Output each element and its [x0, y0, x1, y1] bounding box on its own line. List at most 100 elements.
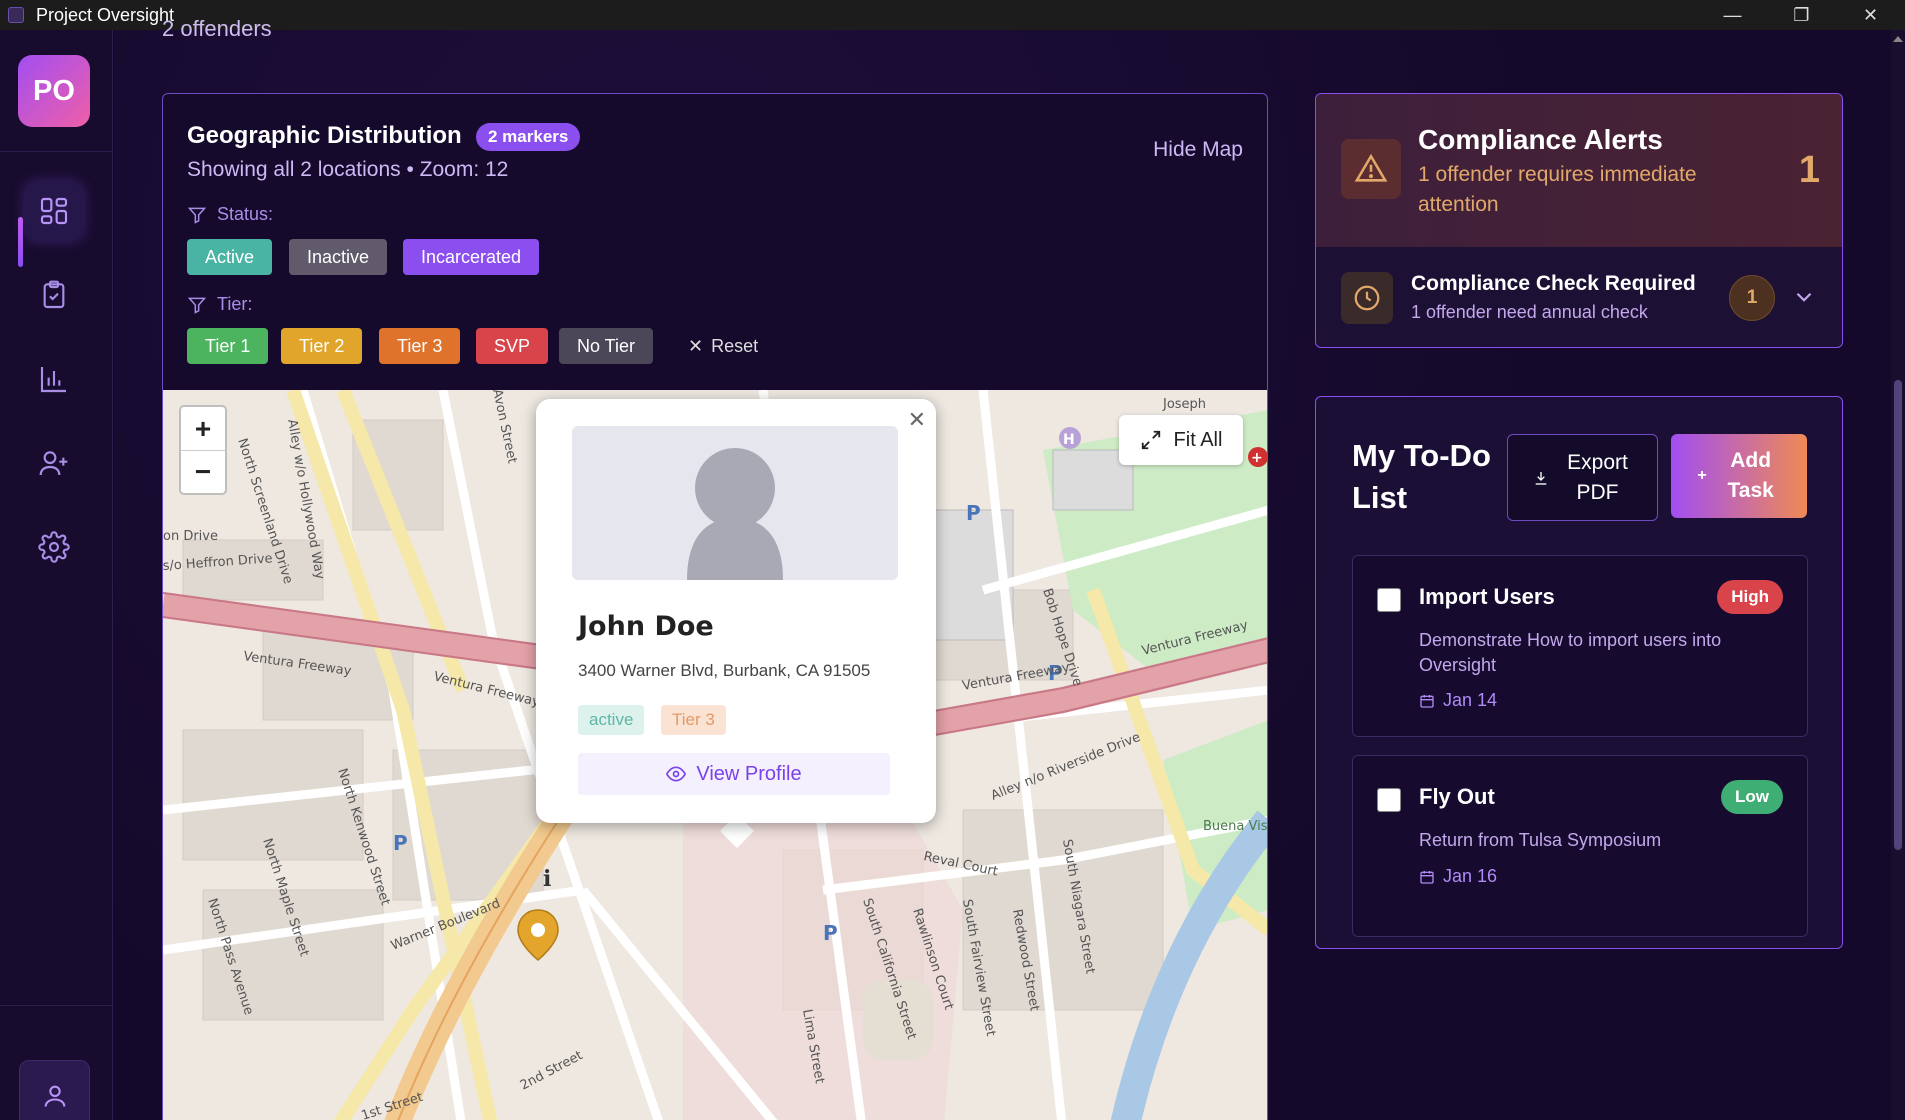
bar-chart-icon: [40, 367, 66, 393]
popup-close-button[interactable]: ✕: [908, 407, 926, 433]
sidebar: PO: [0, 30, 113, 1120]
svg-text:P: P: [823, 921, 838, 945]
app-logo[interactable]: PO: [18, 55, 90, 127]
tier-chip-tier-1[interactable]: Tier 1: [187, 328, 269, 364]
task-title: Fly Out: [1419, 784, 1495, 809]
status-chip-inactive[interactable]: Inactive: [289, 239, 388, 275]
sidebar-item-settings[interactable]: [25, 518, 83, 576]
tier-chip-svp[interactable]: SVP: [476, 328, 549, 364]
alert-icon-box: [1341, 139, 1401, 199]
compliance-check-title: Compliance Check Required: [1411, 272, 1696, 295]
sidebar-item-reports[interactable]: [25, 350, 83, 408]
status-chip-incarcerated[interactable]: Incarcerated: [403, 239, 540, 275]
svg-text:i: i: [543, 866, 551, 892]
plus-icon: +: [1697, 467, 1707, 484]
zoom-in-button[interactable]: +: [181, 407, 225, 450]
window-titlebar: Project Oversight — ❐ ✕: [0, 0, 1905, 30]
task-date-label: Jan 16: [1443, 866, 1498, 886]
maximize-button[interactable]: ❐: [1767, 0, 1836, 30]
map-subtitle: Showing all 2 locations • Zoom: 12: [187, 158, 509, 181]
tier-chip-tier-2[interactable]: Tier 2: [281, 328, 363, 364]
offender-popup: ✕ John Doe 3400 Warner Blvd, Burbank, CA…: [536, 399, 936, 823]
todo-task-item[interactable]: Fly Out Low Return from Tulsa Symposium …: [1352, 755, 1808, 937]
offender-name: John Doe: [578, 611, 714, 642]
minimize-button[interactable]: —: [1698, 0, 1767, 30]
chevron-down-icon: [1796, 292, 1812, 302]
alerts-title: Compliance Alerts: [1418, 124, 1663, 155]
sidebar-divider: [0, 151, 113, 152]
status-filter-label: Status:: [187, 204, 273, 225]
todo-task-item[interactable]: Import Users High Demonstrate How to imp…: [1352, 555, 1808, 737]
status-tag: active: [578, 705, 645, 735]
warning-icon: [1354, 153, 1388, 182]
sidebar-item-dashboard[interactable]: [25, 182, 83, 240]
tier-chip-tier-3[interactable]: Tier 3: [379, 328, 461, 364]
download-icon: [1535, 471, 1546, 485]
offender-photo-placeholder: [572, 426, 898, 580]
svg-text:+: +: [1251, 450, 1263, 466]
export-pdf-button[interactable]: Export PDF: [1507, 434, 1658, 521]
task-description: Return from Tulsa Symposium: [1419, 830, 1662, 850]
user-profile-button[interactable]: [19, 1060, 90, 1120]
markers-count-badge: 2 markers: [476, 123, 581, 151]
task-title: Import Users: [1419, 584, 1555, 609]
scrollbar-thumb[interactable]: [1894, 380, 1902, 850]
compliance-check-subtitle: 1 offender need annual check: [1411, 302, 1648, 322]
reset-label: Reset: [711, 335, 759, 356]
scroll-up-arrow[interactable]: [1893, 36, 1903, 42]
map-card-title: Geographic Distribution: [187, 122, 462, 149]
user-icon: [44, 1085, 65, 1107]
task-checkbox[interactable]: [1377, 588, 1401, 612]
tier-tag: Tier 3: [661, 705, 726, 735]
svg-text:H: H: [1063, 432, 1075, 448]
svg-text:P: P: [966, 501, 981, 525]
tier-label: Tier:: [217, 294, 253, 314]
filter-icon: [187, 297, 207, 314]
dashboard-icon: [40, 197, 68, 225]
task-date: Jan 14: [1419, 690, 1497, 711]
sidebar-item-add-user[interactable]: [25, 434, 83, 492]
task-description: Demonstrate How to import users into Ove…: [1419, 630, 1722, 675]
view-profile-button[interactable]: View Profile: [578, 753, 890, 795]
street-label: on Drive: [163, 529, 218, 544]
user-plus-icon: [39, 451, 68, 476]
reset-filters-button[interactable]: ✕ Reset: [688, 328, 758, 364]
priority-badge: Low: [1721, 780, 1783, 814]
page-scrollbar[interactable]: [1891, 30, 1905, 1120]
clipboard-check-icon: [43, 280, 65, 309]
fit-all-button[interactable]: Fit All: [1119, 415, 1243, 465]
tier-chip-no-tier[interactable]: No Tier: [559, 328, 654, 364]
geographic-distribution-card: Geographic Distribution 2 markers Showin…: [162, 93, 1268, 1120]
task-date-label: Jan 14: [1443, 690, 1498, 710]
todo-list-card: My To-Do List Export PDF + Add Task Impo…: [1315, 396, 1843, 949]
status-chip-active[interactable]: Active: [187, 239, 273, 275]
sidebar-item-tasks[interactable]: [25, 266, 83, 324]
sidebar-divider-bottom: [0, 1005, 113, 1006]
window-title: Project Oversight: [36, 4, 175, 25]
zoom-out-button[interactable]: −: [181, 450, 225, 493]
clock-icon: [1354, 285, 1380, 311]
task-checkbox[interactable]: [1377, 788, 1401, 812]
fit-all-label: Fit All: [1173, 428, 1223, 451]
tier-filter-label: Tier:: [187, 294, 252, 315]
filter-icon: [187, 207, 207, 224]
map-view[interactable]: P P P P Ventura Freeway Ventura Freeway …: [163, 390, 1268, 1120]
hide-map-button[interactable]: Hide Map: [1153, 138, 1243, 162]
add-task-label: Add Task: [1727, 449, 1774, 502]
eye-icon: [666, 766, 687, 782]
compliance-alerts-card: Compliance Alerts 1 offender requires im…: [1315, 93, 1843, 348]
expand-icon: [1141, 430, 1160, 450]
close-window-button[interactable]: ✕: [1836, 0, 1905, 30]
offender-address: 3400 Warner Blvd, Burbank, CA 91505: [578, 661, 871, 680]
clock-icon-box: [1341, 272, 1393, 324]
expand-check-button[interactable]: [1791, 284, 1817, 315]
status-label: Status:: [217, 204, 274, 224]
task-date: Jan 16: [1419, 866, 1497, 887]
compliance-check-count: 1: [1729, 275, 1775, 321]
person-silhouette-icon: [687, 448, 783, 580]
calendar-icon: [1420, 870, 1434, 884]
close-icon: ✕: [688, 335, 704, 356]
add-task-button[interactable]: + Add Task: [1671, 434, 1807, 518]
window-controls: — ❐ ✕: [1698, 0, 1905, 30]
street-label: Buena Vista Park: [1203, 819, 1268, 834]
